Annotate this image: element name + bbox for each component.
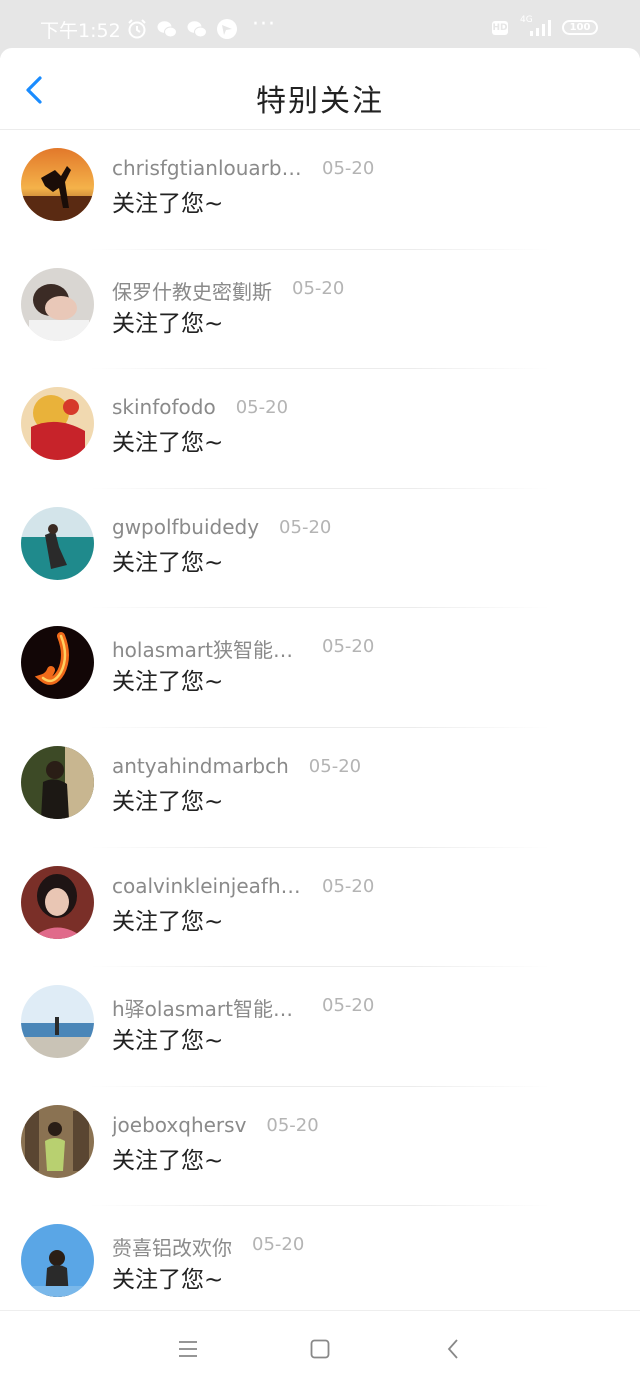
follow-date: 05-20 (235, 397, 289, 419)
follow-date: 05-20 (252, 1234, 305, 1256)
avatar[interactable] (21, 626, 94, 700)
follow-message: 关注了您~ (112, 1028, 224, 1055)
item-meta: 赍喜铝改欢你 05-20 (112, 1232, 305, 1261)
wechat-icon (157, 21, 177, 38)
user-name[interactable]: chrisfgtianlouarbo... (112, 156, 302, 180)
header: 特别关注 (0, 48, 640, 130)
follow-date: 05-20 (308, 755, 362, 777)
follow-date: 05-20 (279, 516, 332, 538)
follow-message: 关注了您~ (112, 1267, 224, 1294)
list-item[interactable]: holasmart狭智能手... 05-20 关注了您~ (0, 608, 640, 728)
follow-message: 关注了您~ (112, 788, 224, 815)
follow-date: 05-20 (292, 277, 345, 299)
user-name[interactable]: 赍喜铝改欢你 (112, 1232, 232, 1261)
follow-date: 05-20 (322, 875, 375, 897)
follow-date: 05-20 (322, 158, 375, 179)
item-meta: chrisfgtianlouarbo... 05-20 (112, 156, 374, 182)
app-icon (217, 19, 237, 39)
avatar[interactable] (21, 387, 94, 461)
list-item[interactable]: 赍喜铝改欢你 05-20 关注了您~ (0, 1206, 640, 1326)
follow-message: 关注了您~ (112, 669, 224, 696)
avatar[interactable] (21, 148, 94, 221)
avatar[interactable] (21, 1224, 94, 1298)
back-icon[interactable] (442, 1337, 466, 1361)
list-item[interactable]: skinfofodo 05-20 关注了您~ (0, 369, 640, 489)
avatar[interactable] (21, 1104, 94, 1178)
user-name[interactable]: coalvinkleinjeafhns (112, 874, 302, 898)
follow-date: 05-20 (266, 1114, 319, 1136)
follow-message: 关注了您~ (112, 310, 224, 337)
avatar[interactable] (21, 865, 94, 939)
user-name[interactable]: 保罗什教史密劐斯 (112, 276, 272, 305)
user-name[interactable]: h驿olasmart智能手... (112, 993, 302, 1022)
list-item[interactable]: coalvinkleinjeafhns 05-20 关注了您~ (0, 848, 640, 968)
follow-message: 关注了您~ (112, 549, 224, 576)
item-meta: holasmart狭智能手... 05-20 (112, 634, 375, 663)
list-item[interactable]: 保罗什教史密劐斯 05-20 关注了您~ (0, 250, 640, 370)
user-name[interactable]: antyahindmarbch (112, 754, 289, 778)
follow-date: 05-20 (322, 636, 375, 658)
list-item[interactable]: antyahindmarbch 05-20 关注了您~ (0, 728, 640, 848)
follow-message: 关注了您~ (112, 191, 224, 217)
page-title: 特别关注 (256, 84, 384, 119)
item-meta: coalvinkleinjeafhns 05-20 (112, 874, 374, 900)
list-item[interactable]: h驿olasmart智能手... 05-20 关注了您~ (0, 967, 640, 1087)
hd-badge: HD (492, 21, 508, 35)
follow-date: 05-20 (322, 995, 375, 1017)
signal-icon (530, 20, 551, 36)
more-notifications: ··· (252, 12, 276, 37)
follow-message: 关注了您~ (112, 1147, 224, 1174)
status-time: 下午1:52 (40, 20, 121, 42)
follow-message: 关注了您~ (112, 430, 224, 457)
user-name[interactable]: gwpolfbuidedy (112, 515, 259, 539)
follow-message: 关注了您~ (112, 908, 224, 935)
avatar[interactable] (21, 985, 94, 1059)
battery-indicator: 100 (562, 20, 598, 35)
item-meta: skinfofodo 05-20 (112, 395, 288, 421)
navigation-bar (0, 1310, 640, 1388)
list-item[interactable]: chrisfgtianlouarbo... 05-20 关注了您~ (0, 130, 640, 250)
item-meta: gwpolfbuidedy 05-20 (112, 515, 331, 541)
user-name[interactable]: skinfofodo (112, 395, 216, 419)
home-icon[interactable] (308, 1337, 332, 1361)
user-name[interactable]: joeboxqhersv (112, 1113, 246, 1137)
item-meta: joeboxqhersv 05-20 (112, 1113, 319, 1139)
item-meta: antyahindmarbch 05-20 (112, 754, 361, 780)
user-name[interactable]: holasmart狭智能手... (112, 634, 302, 663)
menu-icon[interactable] (176, 1337, 200, 1361)
avatar[interactable] (21, 745, 94, 819)
alarm-icon (128, 19, 146, 39)
wechat-icon (187, 21, 207, 38)
list-item[interactable]: gwpolfbuidedy 05-20 关注了您~ (0, 489, 640, 609)
avatar[interactable] (21, 506, 94, 580)
item-meta: h驿olasmart智能手... 05-20 (112, 993, 375, 1022)
item-meta: 保罗什教史密劐斯 05-20 (112, 276, 345, 305)
avatar[interactable] (21, 267, 94, 341)
list-item[interactable]: joeboxqhersv 05-20 关注了您~ (0, 1087, 640, 1207)
follower-list: chrisfgtianlouarbo... 05-20 关注了您~ 保罗什教史密劐… (0, 130, 640, 1326)
